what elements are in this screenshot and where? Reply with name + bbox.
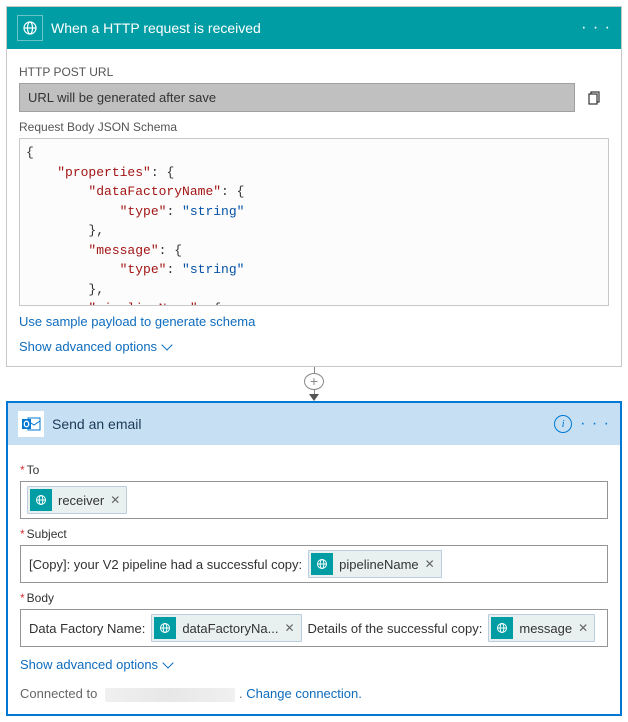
copy-url-button[interactable] — [581, 83, 609, 112]
email-action-card: Send an email i · · · *To receiver ✕ *Sub… — [6, 401, 622, 716]
remove-token-button[interactable]: ✕ — [110, 493, 120, 507]
dynamic-token[interactable]: receiver ✕ — [27, 486, 127, 514]
input-text: [Copy]: your V2 pipeline had a successfu… — [27, 554, 304, 575]
subject-input[interactable]: [Copy]: your V2 pipeline had a successfu… — [20, 545, 608, 583]
schema-textarea[interactable]: { "properties": { "dataFactoryName": { "… — [19, 138, 609, 306]
to-label: *To — [20, 463, 608, 477]
http-icon — [17, 15, 43, 41]
http-menu-button[interactable]: · · · — [581, 23, 611, 33]
email-advanced-options-link[interactable]: Show advanced options — [20, 657, 172, 672]
http-icon — [30, 489, 52, 511]
remove-token-button[interactable]: ✕ — [578, 621, 588, 635]
http-icon — [154, 617, 176, 639]
info-icon[interactable]: i — [554, 415, 572, 433]
add-step-button[interactable]: + — [304, 373, 324, 390]
outlook-icon — [18, 411, 44, 437]
connector: + — [6, 367, 622, 401]
http-card-header[interactable]: When a HTTP request is received · · · — [7, 7, 621, 49]
body-label: *Body — [20, 591, 608, 605]
http-card-title: When a HTTP request is received — [51, 20, 581, 36]
schema-label: Request Body JSON Schema — [19, 120, 609, 134]
http-advanced-options-link[interactable]: Show advanced options — [19, 339, 171, 354]
url-label: HTTP POST URL — [19, 65, 609, 79]
sample-payload-link[interactable]: Use sample payload to generate schema — [19, 314, 255, 329]
email-card-header[interactable]: Send an email i · · · — [8, 403, 620, 445]
change-connection-link[interactable]: Change connection. — [246, 686, 362, 701]
http-card-body: HTTP POST URL URL will be generated afte… — [7, 49, 621, 366]
chevron-down-icon — [161, 339, 172, 350]
input-text: Data Factory Name: — [27, 618, 147, 639]
arrow-down-icon — [309, 394, 319, 401]
http-icon — [491, 617, 513, 639]
token-label: receiver — [58, 493, 104, 508]
token-label: dataFactoryNa... — [182, 621, 278, 636]
to-input[interactable]: receiver ✕ — [20, 481, 608, 519]
token-label: message — [519, 621, 572, 636]
remove-token-button[interactable]: ✕ — [284, 621, 294, 635]
token-label: pipelineName — [339, 557, 419, 572]
http-trigger-card: When a HTTP request is received · · · HT… — [6, 6, 622, 367]
dynamic-token[interactable]: message ✕ — [488, 614, 595, 642]
input-text: Details of the successful copy: — [306, 618, 485, 639]
connection-footer: Connected to . Change connection. — [20, 686, 608, 702]
url-input[interactable]: URL will be generated after save — [19, 83, 575, 112]
http-icon — [311, 553, 333, 575]
email-card-body: *To receiver ✕ *Subject [Copy]: your V2 p… — [8, 445, 620, 714]
connected-label: Connected to — [20, 686, 97, 701]
email-card-title: Send an email — [52, 416, 554, 432]
dynamic-token[interactable]: dataFactoryNa... ✕ — [151, 614, 301, 642]
copy-icon — [587, 90, 603, 106]
body-input[interactable]: Data Factory Name: dataFactoryNa... ✕ Detai… — [20, 609, 608, 647]
subject-label: *Subject — [20, 527, 608, 541]
dynamic-token[interactable]: pipelineName ✕ — [308, 550, 442, 578]
email-menu-button[interactable]: · · · — [580, 419, 610, 429]
chevron-down-icon — [162, 657, 173, 668]
remove-token-button[interactable]: ✕ — [425, 557, 435, 571]
